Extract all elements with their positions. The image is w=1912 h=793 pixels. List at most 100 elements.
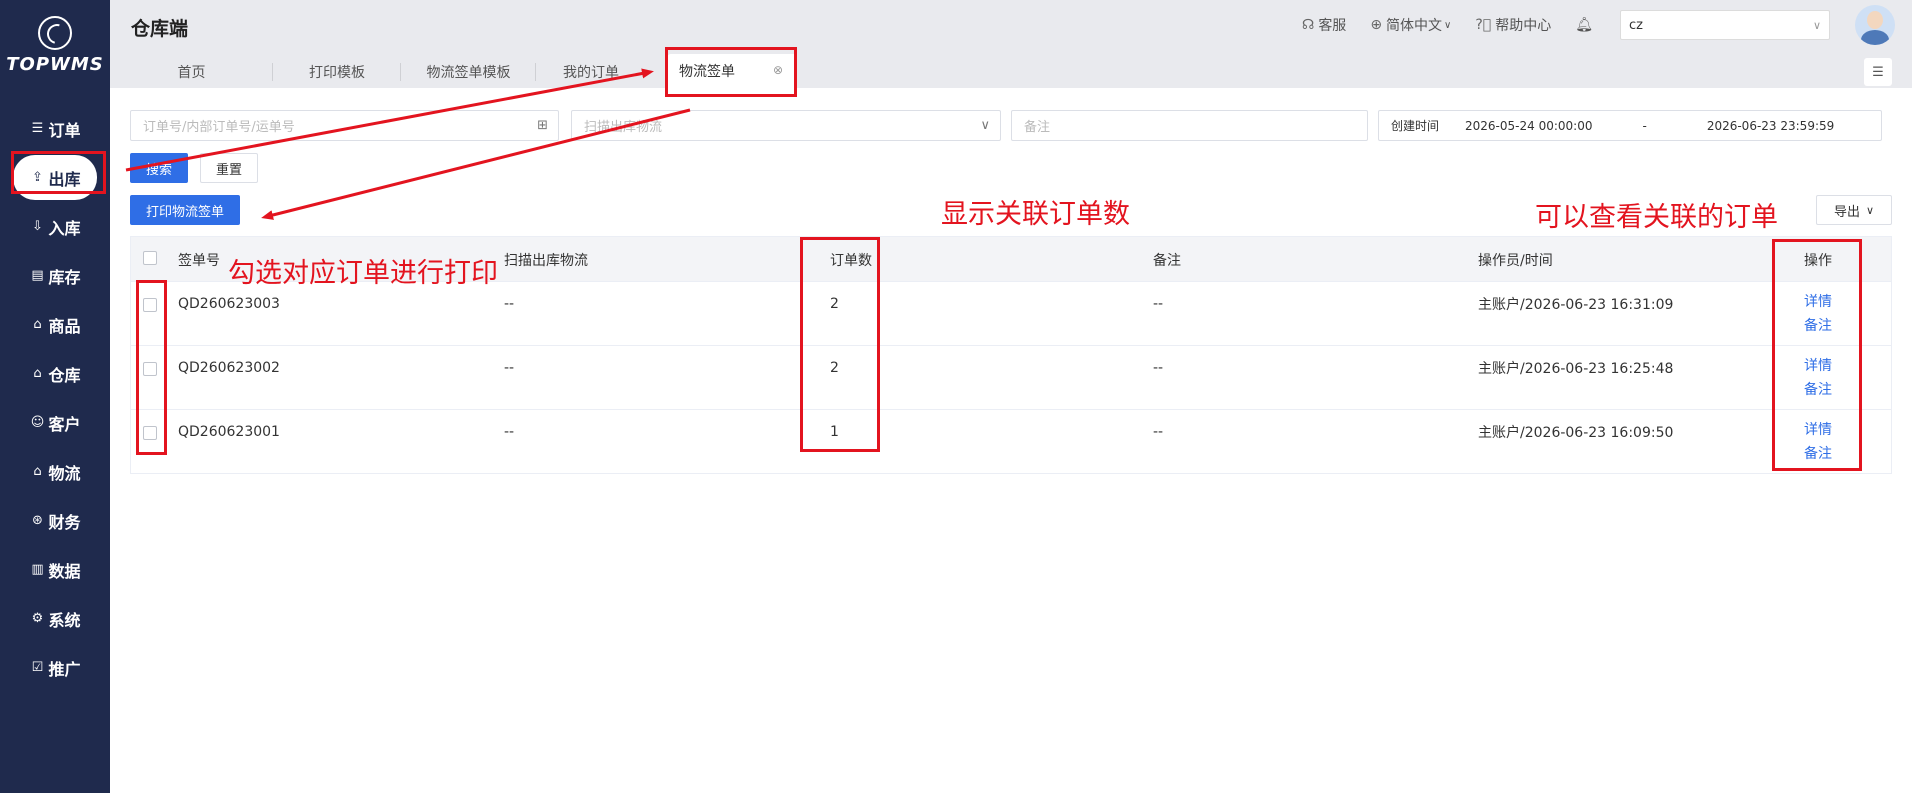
- promo-icon: ☑: [31, 660, 44, 675]
- finance-icon: ⊛: [32, 513, 43, 528]
- row-actions: 详情 备注: [1804, 354, 1832, 402]
- row-actions: 详情 备注: [1804, 290, 1832, 338]
- sidebar-item-label: 入库: [48, 218, 81, 238]
- scan-logistics: --: [504, 360, 515, 376]
- column-header: 操作: [1804, 253, 1832, 269]
- warehouse-icon: ⌂: [33, 366, 42, 381]
- sidebar-item-finance[interactable]: ⊛ 财务: [0, 496, 110, 545]
- export-label: 导出: [1833, 204, 1860, 220]
- tab-label: 物流签单: [679, 64, 735, 80]
- sidebar-item-customers[interactable]: ☺ 客户: [0, 398, 110, 447]
- expand-icon[interactable]: ⊞: [537, 118, 548, 133]
- sidebar-item-inventory[interactable]: ▤ 库存: [0, 251, 110, 300]
- remark-link[interactable]: 备注: [1804, 442, 1832, 466]
- close-icon[interactable]: ⊗: [773, 63, 783, 77]
- reset-button[interactable]: 重置: [200, 153, 258, 183]
- order-count: 2: [830, 360, 839, 376]
- scan-logistics: --: [504, 296, 515, 312]
- tab-logistics-template[interactable]: 物流签单模板: [401, 60, 536, 84]
- remark: --: [1153, 296, 1164, 312]
- sidebar: TOPWMS ☰ 订单 ⇪ 出库 ⇩ 入库 ▤ 库存 ⌂ 商品 ⌂ 仓库 ☺ 客户 ⌂ 物流 ⊛…: [0, 0, 110, 793]
- remark-input[interactable]: 备注: [1011, 110, 1368, 141]
- account-value: cz: [1629, 17, 1643, 33]
- sidebar-item-warehouse[interactable]: ⌂ 仓库: [0, 349, 110, 398]
- chevron-down-icon: ∨: [1812, 18, 1821, 32]
- row-actions: 详情 备注: [1804, 418, 1832, 466]
- row-checkbox[interactable]: [143, 362, 157, 376]
- logistics-select[interactable]: 扫描出库物流 ∨: [571, 110, 1001, 141]
- logo-icon: [38, 16, 72, 50]
- avatar[interactable]: [1855, 5, 1895, 45]
- sidebar-item-label: 商品: [48, 316, 81, 336]
- tab-menu-button[interactable]: ☰: [1864, 58, 1892, 86]
- sidebar-item-system[interactable]: ⚙ 系统: [0, 594, 110, 643]
- search-button[interactable]: 搜索: [130, 153, 188, 183]
- annotation-view-orders: 可以查看关联的订单: [1535, 202, 1778, 233]
- date-separator: -: [1642, 118, 1647, 133]
- chevron-down-icon: ∨: [1865, 203, 1875, 217]
- help-center-link[interactable]: ?⃝ 帮助中心: [1475, 15, 1551, 35]
- bell-icon[interactable]: 🔔︎: [1575, 17, 1593, 33]
- table-row: QD260623002 -- 2 -- 主账户/2026-06-23 16:25…: [131, 345, 1891, 409]
- sidebar-item-label: 库存: [48, 267, 81, 287]
- sidebar-item-data[interactable]: ▥ 数据: [0, 545, 110, 594]
- sign-number: QD260623002: [178, 360, 280, 376]
- user-icon: ☺: [30, 415, 45, 430]
- remark-placeholder: 备注: [1024, 120, 1051, 135]
- operator-time: 主账户/2026-06-23 16:31:09: [1478, 297, 1674, 313]
- sidebar-item-promotion[interactable]: ☑ 推广: [0, 643, 110, 692]
- order-search-input[interactable]: 订单号/内部订单号/运单号 ⊞: [130, 110, 559, 141]
- customer-service-link[interactable]: ☊ 客服: [1302, 15, 1346, 35]
- tab-logistics-sign[interactable]: 物流签单 ⊗: [667, 54, 797, 88]
- export-button[interactable]: 导出 ∨: [1816, 195, 1892, 225]
- remark-link[interactable]: 备注: [1804, 378, 1832, 402]
- language-label: 简体中文: [1386, 18, 1443, 34]
- account-select[interactable]: cz ∨: [1620, 10, 1830, 40]
- select-all-checkbox[interactable]: [143, 251, 157, 265]
- detail-link[interactable]: 详情: [1804, 290, 1832, 314]
- date-start[interactable]: 2026-05-24 00:00:00: [1465, 119, 1592, 133]
- chart-icon: ▥: [31, 562, 44, 577]
- column-header: 订单数: [830, 253, 872, 269]
- language-select[interactable]: ⊕ 简体中文 ∨: [1370, 15, 1451, 35]
- sidebar-item-products[interactable]: ⌂ 商品: [0, 300, 110, 349]
- logo-text: TOPWMS: [6, 54, 104, 75]
- gear-icon: ⚙: [31, 611, 44, 626]
- sidebar-item-label: 仓库: [48, 365, 81, 385]
- tab-print-template[interactable]: 打印模板: [273, 60, 401, 84]
- print-logistics-sign-button[interactable]: 打印物流签单: [130, 195, 240, 225]
- sidebar-item-label: 财务: [48, 512, 81, 532]
- sidebar-item-logistics[interactable]: ⌂ 物流: [0, 447, 110, 496]
- help-icon: ?⃝: [1475, 17, 1492, 33]
- menu-icon: ☰: [1872, 64, 1884, 80]
- customer-service-label: 客服: [1318, 18, 1347, 34]
- date-end[interactable]: 2026-06-23 23:59:59: [1707, 119, 1834, 133]
- sidebar-nav: ☰ 订单 ⇪ 出库 ⇩ 入库 ▤ 库存 ⌂ 商品 ⌂ 仓库 ☺ 客户 ⌂ 物流 ⊛ 财务 ▥ 数据 …: [0, 104, 110, 692]
- sidebar-item-label: 出库: [48, 169, 81, 189]
- detail-link[interactable]: 详情: [1804, 418, 1832, 442]
- tab-label: 物流签单模板: [426, 65, 511, 81]
- top-right-tools: ☊ 客服 ⊕ 简体中文 ∨ ?⃝ 帮助中心 🔔︎ cz ∨: [1302, 0, 1912, 50]
- sidebar-item-label: 订单: [48, 120, 81, 140]
- sidebar-item-outbound[interactable]: ⇪ 出库: [13, 155, 97, 200]
- remark-link[interactable]: 备注: [1804, 314, 1832, 338]
- table-row: QD260623003 -- 2 -- 主账户/2026-06-23 16:31…: [131, 281, 1891, 345]
- sidebar-item-orders[interactable]: ☰ 订单: [0, 104, 110, 153]
- row-checkbox[interactable]: [143, 298, 157, 312]
- date-range-picker[interactable]: 创建时间 2026-05-24 00:00:00 - 2026-06-23 23…: [1378, 110, 1882, 141]
- headset-icon: ☊: [1301, 17, 1315, 33]
- tab-home[interactable]: 首页: [110, 60, 273, 84]
- sign-number: QD260623001: [178, 424, 280, 440]
- detail-link[interactable]: 详情: [1804, 354, 1832, 378]
- sidebar-item-inbound[interactable]: ⇩ 入库: [0, 202, 110, 251]
- inbound-icon: ⇩: [32, 219, 43, 234]
- tab-my-orders[interactable]: 我的订单: [536, 60, 646, 84]
- annotation-show-count: 显示关联订单数: [941, 199, 1130, 230]
- column-header: 扫描出库物流: [504, 253, 588, 269]
- row-checkbox[interactable]: [143, 426, 157, 440]
- tab-label: 打印模板: [309, 65, 365, 81]
- tab-bar: 首页 打印模板 物流签单模板 我的订单 物流签单 ⊗ ☰: [110, 50, 1912, 88]
- truck-icon: ⌂: [33, 464, 42, 479]
- remark: --: [1153, 424, 1164, 440]
- order-count: 1: [830, 424, 839, 440]
